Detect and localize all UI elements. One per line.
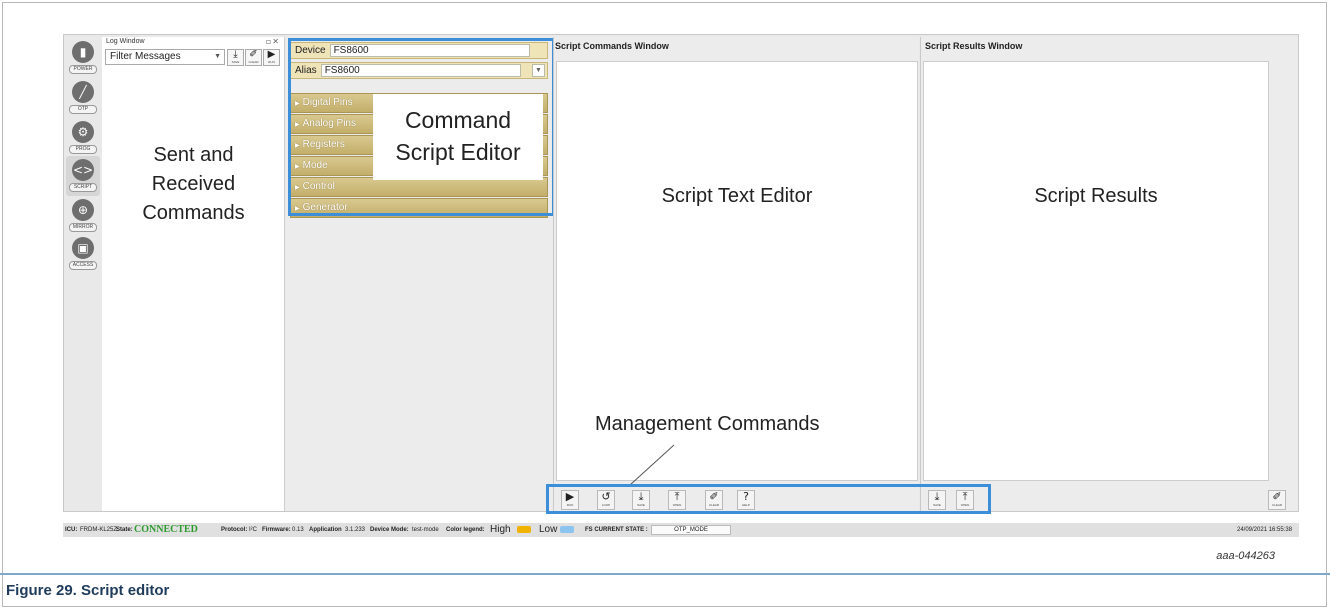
status-bar: ICU: FRDM-KL25Z State: CONNECTED Protoco… [63,523,1299,537]
mcu-value: FRDM-KL25Z [80,527,118,533]
filter-value: Filter Messages [110,51,181,62]
wand-icon: ╱ [72,81,94,103]
results-clear-label: CLEAR [1271,503,1282,507]
prog-label: PROG [69,145,97,154]
figure-caption: Figure 29. Script editor [6,582,170,599]
legend-low-label: Low [539,524,558,535]
log-window: Log Window ▫✕ Filter Messages ▼ ⤓ SAVE ✐… [102,37,285,511]
tool-sidebar: ▮ POWER ╱ OTP ⚙ PROG <> SCRIPT ⊕ MIRROR … [63,36,101,512]
fs-state-value: OTP_MODE [651,525,731,535]
script-window-title: Script Commands Window [555,41,669,51]
results-clear-button[interactable]: ✐ CLEAR [1268,490,1286,510]
broom-icon: ✐ [1272,490,1282,503]
filter-messages-select[interactable]: Filter Messages ▼ [105,49,225,65]
annotation-line: Received [151,173,236,195]
access-label: ACCESS [69,261,97,270]
caption-divider [0,573,1330,575]
mirror-button[interactable]: ⊕ MIRROR [66,196,100,236]
state-label: State: [116,527,133,533]
code-icon: <> [72,159,94,181]
log-clear-label: CLEAR [248,60,259,64]
annotation-line: Commands [142,202,245,224]
save-icon: ⤓ [233,49,238,60]
power-button[interactable]: ▮ POWER [66,38,100,78]
mcu-label: ICU: [65,527,78,533]
script-results-window: Script Results Window Script Results [920,37,1298,511]
protocol-value: I²C [249,527,257,533]
mirror-label: MIRROR [69,223,97,232]
prog-button[interactable]: ⚙ PROG [66,118,100,158]
otp-label: OTP [69,105,97,114]
management-annotation: Management Commands [595,413,820,435]
application-label: Application [309,527,342,533]
play-icon: ▶ [267,49,276,60]
log-window-title: Log Window [106,38,145,45]
script-button[interactable]: <> SCRIPT [66,156,100,196]
management-highlight [546,484,991,514]
log-annotation: Sent and Received Commands [102,141,285,228]
broom-icon: ✐ [249,49,258,60]
log-save-label: SAVE [231,60,240,64]
command-editor-highlight [288,38,555,216]
fs-state-label: FS CURRENT STATE : [585,527,648,533]
device-mode-label: Device Mode: [370,527,409,533]
firmware-value: 0.13 [292,527,304,533]
results-window-title: Script Results Window [925,41,1023,51]
firmware-label: Firmware: [262,527,291,533]
device-mode-value: test-mode [412,527,439,533]
application-value: 3.1.233 [345,527,366,533]
power-label: POWER [69,65,97,74]
script-results-annotation: Script Results [1034,185,1158,207]
script-commands-window: Script Commands Window Script Text Edito… [553,37,919,511]
state-value: CONNECTED [134,524,198,535]
log-save-button[interactable]: ⤓ SAVE [227,49,244,66]
script-label: SCRIPT [69,183,97,192]
power-icon: ▮ [72,41,94,63]
legend-label: Color legend: [446,527,485,533]
access-button[interactable]: ▣ ACCESS [66,234,100,274]
log-run-button[interactable]: ▶ RUN [263,49,280,66]
mirror-icon: ⊕ [72,199,94,221]
script-editor-annotation: Script Text Editor [661,185,813,207]
log-clear-button[interactable]: ✐ CLEAR [245,49,262,66]
script-results-area[interactable]: Script Results [923,61,1269,481]
figure-reference: aaa-044263 [1216,550,1275,562]
otp-button[interactable]: ╱ OTP [66,78,100,118]
chip-icon: ▣ [72,237,94,259]
chevron-down-icon: ▼ [214,53,221,60]
window-controls-icon[interactable]: ▫✕ [266,37,280,46]
legend-high-label: High [490,524,511,535]
gear-icon: ⚙ [72,121,94,143]
annotation-line: Sent and [153,144,234,166]
timestamp: 24/09/2021 16:55:38 [1237,527,1293,533]
high-color-swatch [517,526,531,533]
protocol-label: Protocol: [221,527,248,533]
log-run-label: RUN [268,60,275,64]
annotation-pointer [629,444,675,486]
low-color-swatch [560,526,574,533]
